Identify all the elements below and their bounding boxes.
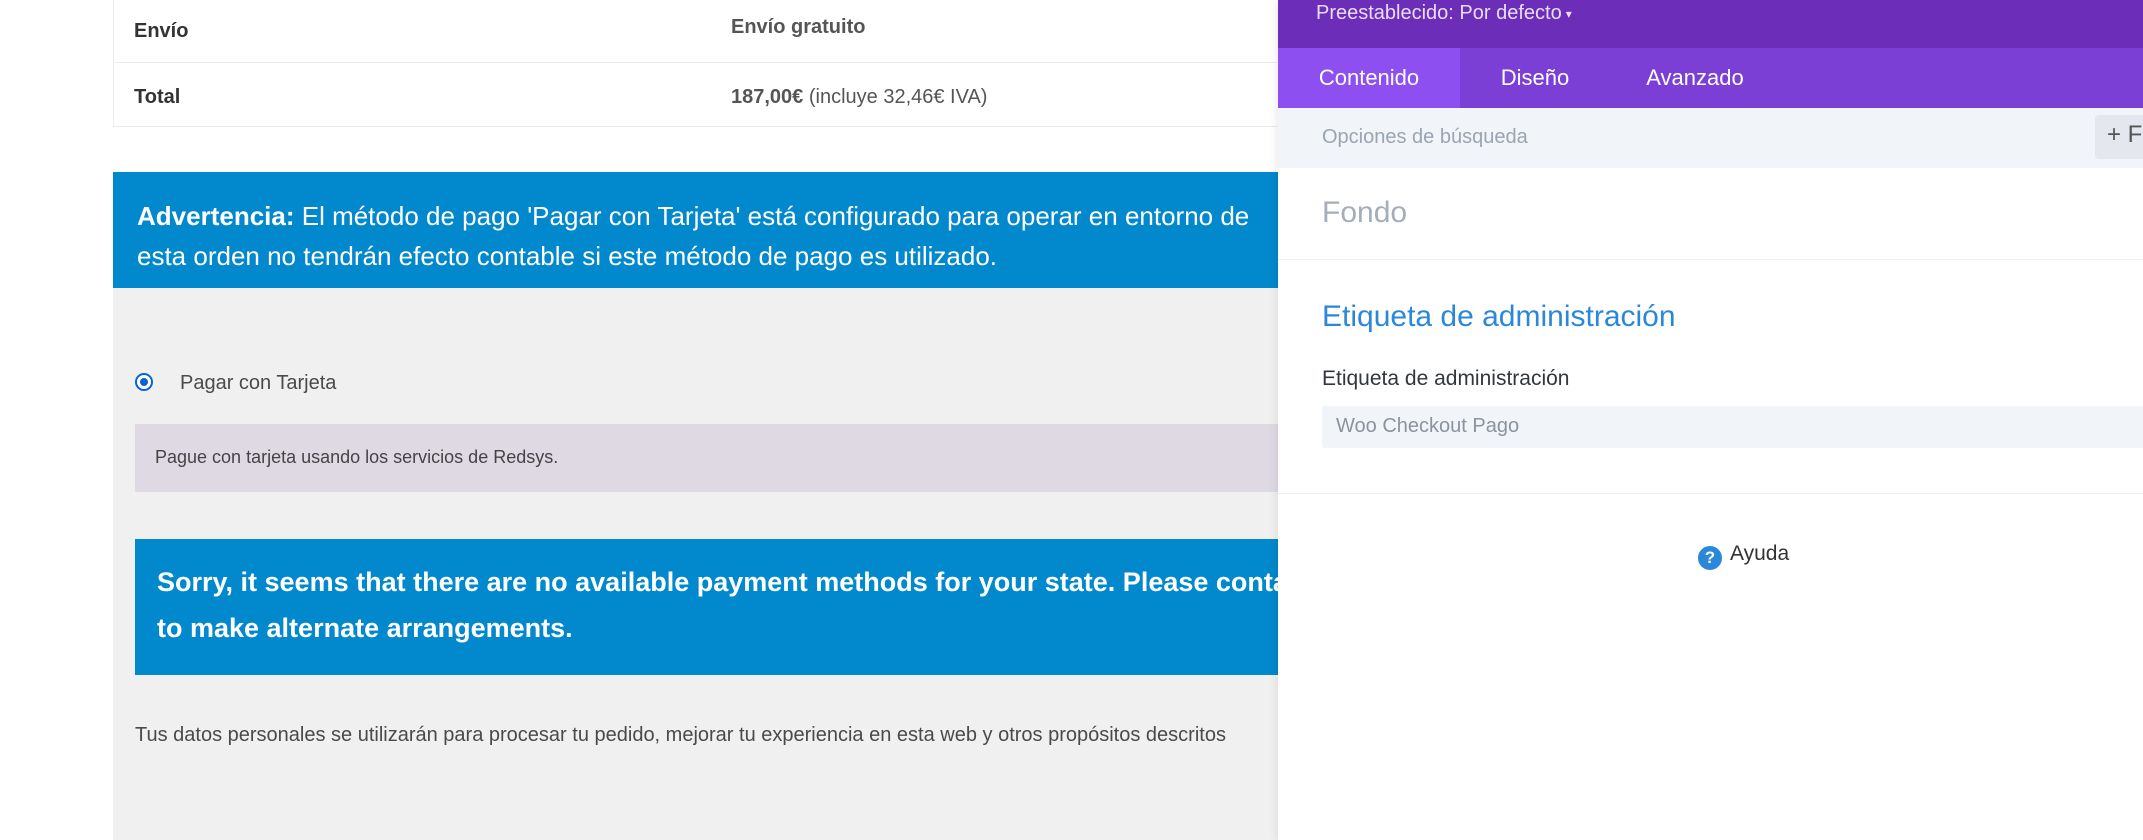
admin-field-label: Etiqueta de administración bbox=[1322, 367, 1570, 390]
options-search-bar[interactable]: Opciones de búsqueda bbox=[1278, 108, 2143, 168]
builder-settings-panel: Preestablecido: Por defecto ▾ Contenido D… bbox=[1278, 0, 2143, 840]
notice-line-2: to make alternate arrangements. bbox=[157, 613, 573, 643]
admin-label-input[interactable]: Woo Checkout Pago bbox=[1322, 406, 2143, 448]
warning-banner: Advertencia: El método de pago 'Pagar co… bbox=[113, 172, 1363, 288]
filter-button[interactable]: + F bbox=[2095, 115, 2143, 159]
total-amount: 187,00€ bbox=[731, 86, 804, 108]
total-tax-note: (incluye 32,46€ IVA) bbox=[803, 86, 988, 108]
search-input[interactable]: Opciones de búsqueda bbox=[1322, 126, 1528, 149]
section-admin-label: Etiqueta de administración Etiqueta de a… bbox=[1278, 260, 2143, 494]
section-fondo[interactable]: Fondo bbox=[1278, 168, 2143, 260]
section-title-admin[interactable]: Etiqueta de administración bbox=[1322, 300, 1676, 334]
payment-method-label[interactable]: Pagar con Tarjeta bbox=[180, 372, 336, 395]
shipping-value: Envío gratuito bbox=[731, 16, 866, 38]
table-row: Total 187,00€ (incluye 32,46€ IVA) bbox=[114, 64, 1392, 127]
privacy-text: Tus datos personales se utilizarán para … bbox=[135, 724, 1226, 746]
panel-header: Preestablecido: Por defecto ▾ bbox=[1278, 0, 2143, 48]
warning-line-1: Advertencia: El método de pago 'Pagar co… bbox=[137, 196, 1363, 236]
order-summary-table: Envío Envío gratuito Total 187,00€ (incl… bbox=[113, 0, 1393, 127]
filter-button-label: + F bbox=[2107, 121, 2143, 148]
no-payment-notice: Sorry, it seems that there are no availa… bbox=[135, 539, 1363, 675]
warning-text-1: El método de pago 'Pagar con Tarjeta' es… bbox=[294, 201, 1250, 231]
warning-prefix: Advertencia: bbox=[137, 201, 295, 231]
shipping-label: Envío bbox=[134, 20, 189, 42]
total-label: Total bbox=[134, 86, 181, 108]
total-value: 187,00€ (incluye 32,46€ IVA) bbox=[731, 86, 987, 109]
help-label: Ayuda bbox=[1730, 542, 1790, 565]
tab-avanzado[interactable]: Avanzado bbox=[1610, 48, 1780, 108]
panel-tabs: Contenido Diseño Avanzado bbox=[1278, 48, 2143, 108]
caret-down-icon: ▾ bbox=[1565, 6, 1572, 21]
tab-contenido[interactable]: Contenido bbox=[1278, 48, 1460, 108]
table-row: Envío Envío gratuito bbox=[114, 0, 1392, 63]
payment-method-description: Pague con tarjeta usando los servicios d… bbox=[135, 424, 1363, 492]
notice-line-1: Sorry, it seems that there are no availa… bbox=[157, 567, 1351, 597]
page: Envío Envío gratuito Total 187,00€ (incl… bbox=[0, 0, 2143, 840]
payment-method-radio[interactable] bbox=[135, 373, 153, 391]
section-title-fondo[interactable]: Fondo bbox=[1322, 196, 1407, 230]
help-icon: ? bbox=[1698, 546, 1722, 570]
tab-diseno[interactable]: Diseño bbox=[1460, 48, 1610, 108]
warning-line-2: esta orden no tendrán efecto contable si… bbox=[137, 241, 998, 271]
preset-dropdown[interactable]: Preestablecido: Por defecto ▾ bbox=[1316, 2, 1572, 25]
help-link[interactable]: ? Ayuda bbox=[1698, 542, 1789, 570]
preset-label: Preestablecido: Por defecto bbox=[1316, 2, 1562, 24]
